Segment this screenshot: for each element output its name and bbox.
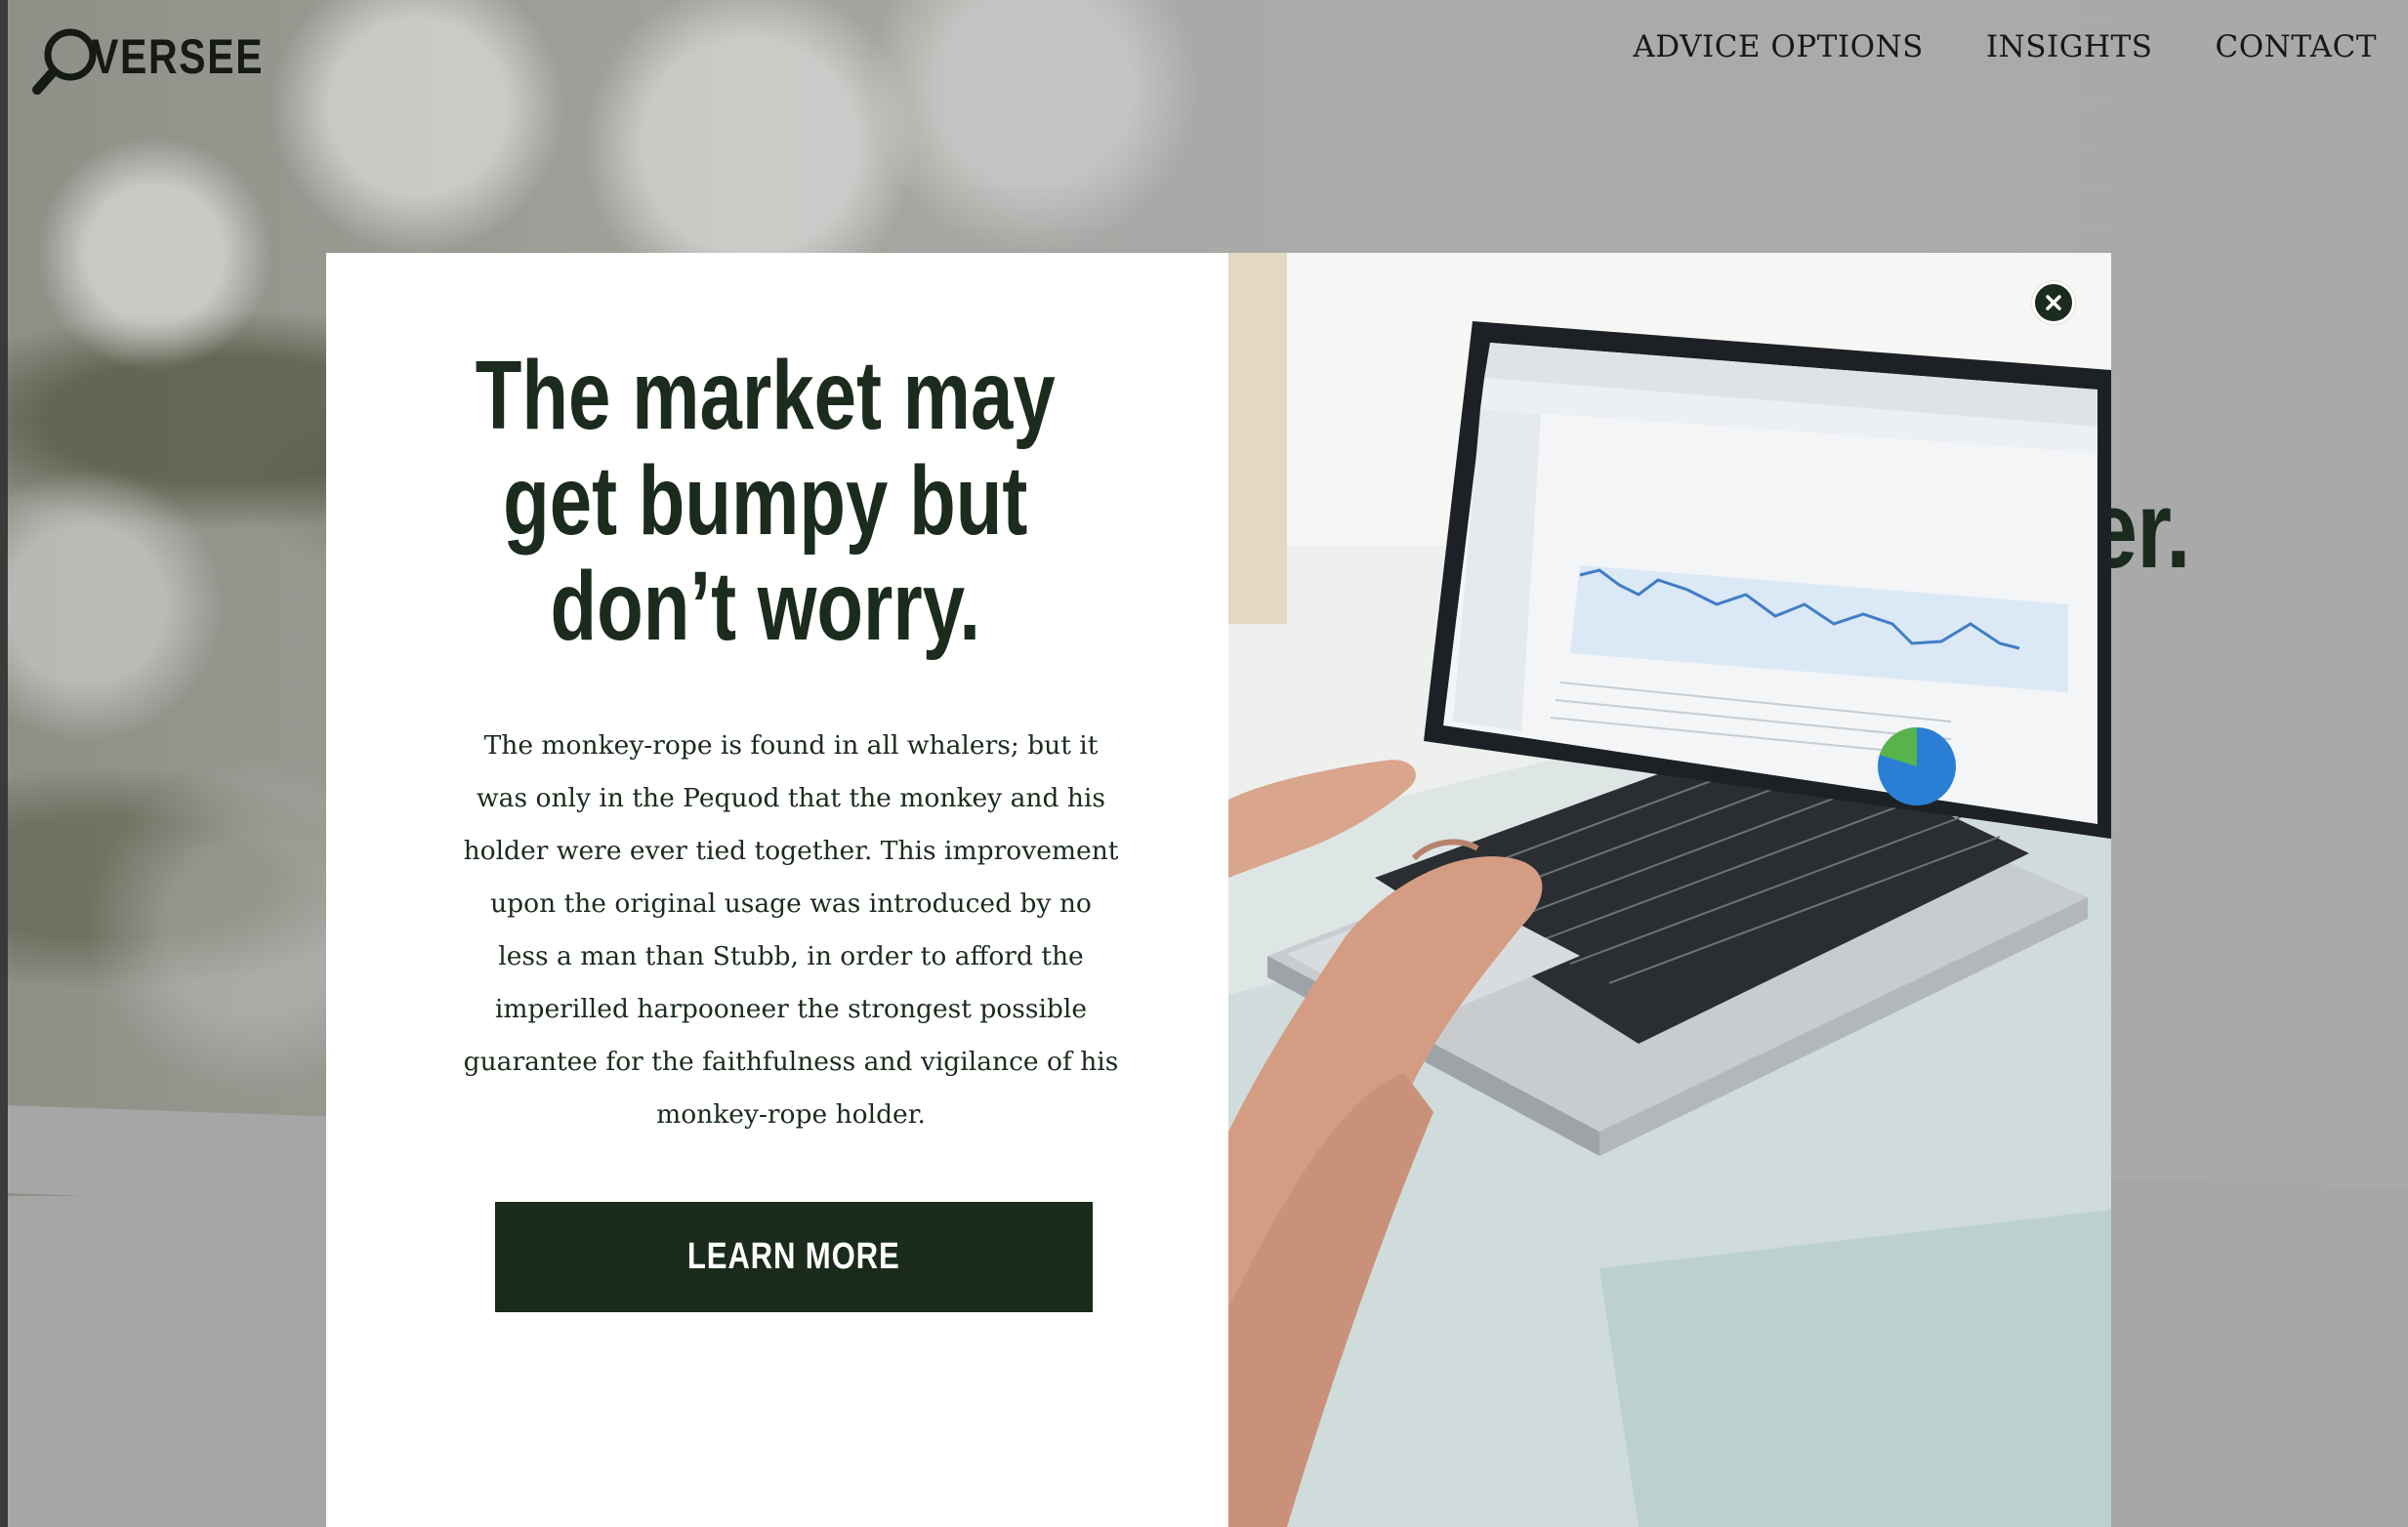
promo-modal: The market may get bumpy but don’t worry… [326, 253, 2111, 1527]
magnifier-o-icon [31, 25, 98, 100]
main-nav: ADVICE OPTIONS INSIGHTS CONTACT [1633, 29, 2377, 64]
nav-item-contact[interactable]: CONTACT [2215, 29, 2377, 64]
learn-more-button[interactable]: LEARN MORE [495, 1202, 1093, 1312]
nav-item-advice-options[interactable]: ADVICE OPTIONS [1633, 29, 1924, 64]
laptop-analytics-photo [1228, 253, 2111, 1527]
site-logo[interactable]: VERSEE [31, 25, 302, 100]
modal-body-text: The monkey-rope is found in all whalers;… [463, 730, 1119, 1130]
logo-text: VERSEE [92, 29, 265, 84]
modal-title: The market may get bumpy but don’t worry… [476, 341, 1056, 661]
close-icon[interactable] [2032, 281, 2075, 324]
nav-item-insights[interactable]: INSIGHTS [1986, 29, 2153, 64]
modal-content-panel: The market may get bumpy but don’t worry… [326, 253, 1228, 1527]
